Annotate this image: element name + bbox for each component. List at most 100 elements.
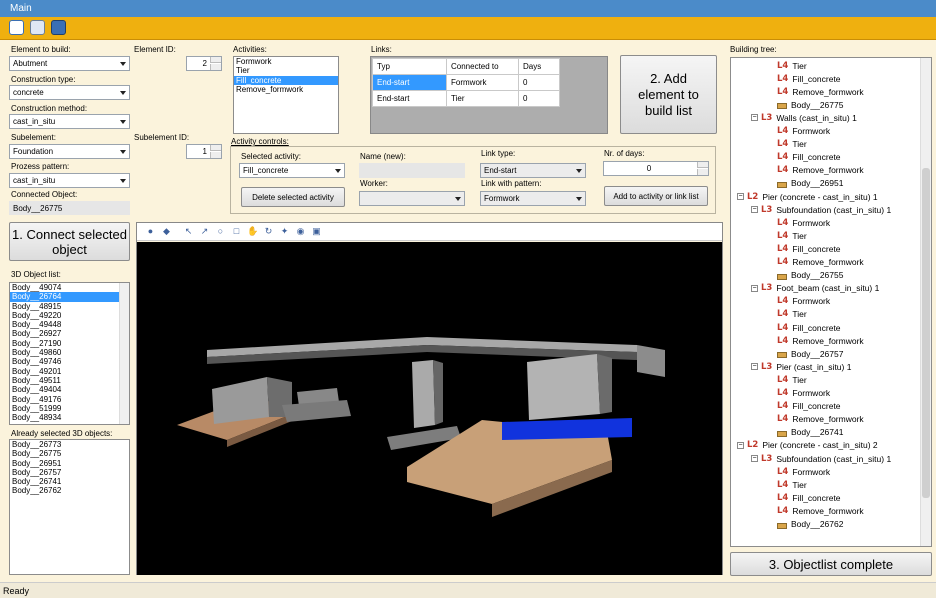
tree-node[interactable]: L4 Fill_concrete [777,491,841,504]
tree-node[interactable]: − L2 Pier (concrete - cast_in_situ) 2 [737,439,878,452]
tree-node[interactable]: Body__26757 [777,347,843,360]
tree-node[interactable]: L4 Tier [777,138,807,151]
tree-node[interactable]: L4 Tier [777,373,807,386]
tree-node[interactable]: L4 Remove_formwork [777,164,864,177]
save-icon[interactable] [51,20,66,35]
list-item[interactable]: Body__49220 [10,311,129,320]
tree-scroll-thumb[interactable] [922,168,930,498]
tree-node[interactable]: L4 Formwork [777,295,830,308]
tree-node[interactable]: L4 Remove_formwork [777,256,864,269]
list-item[interactable]: Remove_formwork [234,85,338,94]
link-cell[interactable]: Formwork [446,74,519,91]
list-item[interactable]: Body__26762 [10,486,129,495]
scene-icon[interactable]: ◆ [161,226,172,237]
tree-node[interactable]: L4 Fill_concrete [777,321,841,334]
link-cell[interactable]: End-start [372,90,447,107]
3d-viewer[interactable]: ● ◆ ↖ ↗ ○ □ ✋ ↻ ✦ ◉ ▣ [136,222,723,575]
collapse-icon[interactable]: − [751,206,758,214]
worker-select[interactable] [359,191,465,206]
tree-node[interactable]: L4 Remove_formwork [777,413,864,426]
object-list-scrollbar[interactable] [119,283,129,424]
stepper-down-icon[interactable] [210,152,221,158]
zoom-box-icon[interactable]: □ [231,226,242,237]
collapse-icon[interactable]: − [751,114,758,122]
collapse-icon[interactable]: − [751,363,758,371]
subelement-select[interactable]: Foundation [9,144,130,159]
stepper-up-icon[interactable] [697,162,708,168]
tree-node[interactable]: Body__26741 [777,426,843,439]
list-item[interactable]: Body__26775 [10,449,129,458]
building-tree[interactable]: L4 Tier L4 Fill_concrete L4 Remove_formwork Bo… [730,57,932,547]
objectlist-complete-button[interactable]: 3. Objectlist complete [730,552,932,576]
new-file-icon[interactable] [9,20,24,35]
stepper-down-icon[interactable] [210,64,221,70]
tree-node[interactable]: L4 Remove_formwork [777,85,864,98]
pan-hand-icon[interactable]: ✋ [247,226,258,237]
days-stepper[interactable]: 0 [603,161,709,176]
links-table[interactable]: Typ Connected to Days End-start Formwork… [372,58,560,107]
list-item[interactable]: Body__49404 [10,385,129,394]
list-item[interactable]: Body__49860 [10,348,129,357]
tree-node[interactable]: − L3 Subfoundation (cast_in_situ) 1 [751,203,891,216]
link-with-pattern-select[interactable]: Formwork [480,191,586,206]
add-to-activity-button[interactable]: Add to activity or link list [604,186,708,206]
list-item[interactable]: Body__49201 [10,367,129,376]
tree-scrollbar[interactable] [920,58,931,546]
list-item[interactable]: Formwork [234,57,338,66]
list-item[interactable]: Body__27190 [10,339,129,348]
tree-node[interactable]: L4 Remove_formwork [777,334,864,347]
tree-node[interactable]: L4 Tier [777,478,807,491]
list-item[interactable]: Body__26741 [10,477,129,486]
walk-icon[interactable]: ◉ [295,226,306,237]
connect-object-button[interactable]: 1. Connect selected object [9,222,130,261]
select-arrow-icon[interactable]: ↖ [183,226,194,237]
list-item[interactable]: Body__49511 [10,376,129,385]
view-cube-icon[interactable]: ▣ [311,226,322,237]
list-item[interactable]: Body__49176 [10,395,129,404]
tree-node[interactable]: Body__26755 [777,269,843,282]
table-row[interactable]: End-start Formwork 0 [372,74,560,91]
tree-node[interactable]: Body__26775 [777,98,843,111]
tree-node[interactable]: L4 Tier [777,59,807,72]
object-list[interactable]: Body__49074 Body__26764 Body__48915 Body__4… [9,282,130,425]
tree-node[interactable]: Body__26951 [777,177,843,190]
home-icon[interactable]: ● [145,226,156,237]
list-item[interactable]: Fill_concrete [234,75,338,85]
collapse-icon[interactable]: − [737,441,744,449]
tree-node[interactable]: − L3 Walls (cast_in_situ) 1 [751,111,857,124]
element-id-stepper[interactable]: 2 [186,56,222,71]
tree-node[interactable]: L4 Fill_concrete [777,72,841,85]
table-row[interactable]: End-start Tier 0 [372,90,560,107]
list-item[interactable]: Body__51999 [10,404,129,413]
zoom-icon[interactable]: ○ [215,226,226,237]
list-item[interactable]: Body__49448 [10,320,129,329]
tree-node[interactable]: L4 Formwork [777,465,830,478]
list-item[interactable]: Tier [234,66,338,75]
collapse-icon[interactable]: − [751,455,758,462]
select-node-icon[interactable]: ↗ [199,226,210,237]
tree-node[interactable]: L4 Formwork [777,387,830,400]
list-item[interactable]: Body__26927 [10,329,129,338]
tree-node[interactable]: Body__26762 [777,518,843,531]
delete-activity-button[interactable]: Delete selected activity [241,187,345,207]
list-item[interactable]: Body__49074 [10,283,129,292]
rotate-icon[interactable]: ↻ [263,226,274,237]
tree-node[interactable]: L4 Tier [777,229,807,242]
stepper-down-icon[interactable] [697,169,708,175]
tree-node[interactable]: − L3 Subfoundation (cast_in_situ) 1 [751,452,891,465]
stepper-up-icon[interactable] [210,57,221,63]
add-element-button[interactable]: 2. Add element to build list [620,55,717,134]
list-item[interactable]: Body__26764 [10,292,129,302]
list-item[interactable]: Body__49746 [10,357,129,366]
link-cell[interactable]: 0 [518,74,560,91]
collapse-icon[interactable]: − [737,193,744,200]
construction-type-select[interactable]: concrete [9,85,130,100]
orbit-icon[interactable]: ✦ [279,226,290,237]
collapse-icon[interactable]: − [751,284,758,292]
link-cell[interactable]: Tier [446,90,519,107]
process-pattern-select[interactable]: cast_in_situ [9,173,130,188]
list-item[interactable]: Body__26951 [10,459,129,468]
tree-node[interactable]: L4 Formwork [777,125,830,138]
construction-method-select[interactable]: cast_in_situ [9,114,130,129]
tree-node[interactable]: − L3 Foot_beam (cast_in_situ) 1 [751,282,879,295]
